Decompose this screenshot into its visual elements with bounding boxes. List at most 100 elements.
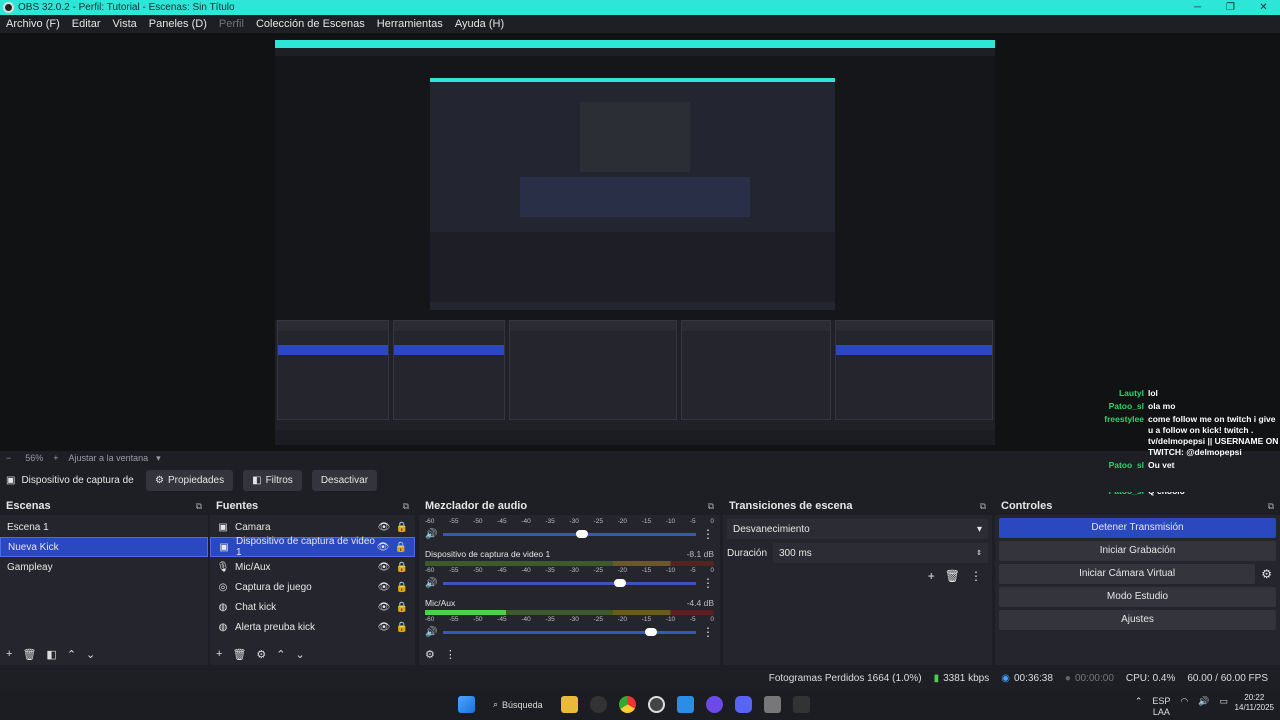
scene-item[interactable]: Escena 1: [0, 517, 208, 537]
volume-knob[interactable]: [614, 578, 627, 587]
wifi-icon[interactable]: ◠: [1180, 696, 1188, 718]
more-vertical-icon[interactable]: ⋮: [445, 648, 456, 661]
zoom-fit-select[interactable]: Ajustar a la ventana: [69, 453, 149, 463]
eye-icon[interactable]: 👁: [377, 542, 390, 553]
chevron-up-icon[interactable]: ⌃: [1135, 696, 1143, 718]
more-vertical-icon[interactable]: ⋮: [970, 569, 982, 583]
app-icon[interactable]: [589, 696, 607, 713]
chevron-down-icon[interactable]: ▾: [156, 453, 161, 464]
source-item[interactable]: ◍ Alerta preuba kick 👁 🔒: [210, 617, 415, 637]
deactivate-button[interactable]: Desactivar: [311, 469, 378, 491]
menu-paneles[interactable]: Paneles (D): [143, 18, 213, 30]
lock-icon[interactable]: 🔒: [396, 522, 408, 533]
eye-icon[interactable]: 👁: [378, 622, 391, 633]
maximize-button[interactable]: ❐: [1214, 2, 1247, 13]
settings-button[interactable]: Ajustes: [999, 610, 1276, 630]
menu-archivo[interactable]: Archivo (F): [0, 18, 66, 30]
discord-icon[interactable]: [734, 696, 752, 713]
arrow-up-icon[interactable]: ⌃: [276, 648, 285, 661]
chrome-icon[interactable]: [618, 696, 636, 713]
menu-vista[interactable]: Vista: [107, 18, 143, 30]
lock-icon[interactable]: 🔒: [396, 602, 408, 613]
dock-float-icon[interactable]: ⧉: [1268, 501, 1274, 512]
close-button[interactable]: ✕: [1247, 2, 1280, 13]
volume-slider[interactable]: [443, 578, 696, 587]
transition-type-select[interactable]: Desvanecimiento ▾: [727, 519, 988, 539]
eye-icon[interactable]: 👁: [378, 602, 391, 613]
controls-dock: Controles ⧉ Detener Transmisión Iniciar G…: [995, 497, 1280, 665]
source-item[interactable]: 🎙 Mic/Aux 👁 🔒: [210, 557, 415, 577]
file-explorer-icon[interactable]: [560, 696, 578, 713]
more-vertical-icon[interactable]: ⋮: [702, 625, 714, 639]
search-icon: ⌕: [493, 699, 499, 709]
circle-app-icon[interactable]: [705, 696, 723, 713]
dock-float-icon[interactable]: ⧉: [403, 501, 409, 512]
app-icon[interactable]: [763, 696, 781, 713]
battery-icon[interactable]: ▭: [1219, 696, 1228, 718]
start-recording-button[interactable]: Iniciar Grabación: [999, 541, 1276, 561]
arrow-up-icon[interactable]: ⌃: [67, 648, 76, 661]
dock-float-icon[interactable]: ⧉: [196, 501, 202, 512]
volume-knob[interactable]: [644, 627, 657, 636]
arrow-down-icon[interactable]: ⌄: [86, 648, 95, 661]
volume-icon[interactable]: 🔊: [1198, 696, 1209, 718]
obs-icon[interactable]: [647, 696, 665, 713]
eye-icon[interactable]: 👁: [378, 562, 391, 573]
source-item[interactable]: ◎ Captura de juego 👁 🔒: [210, 577, 415, 597]
meter-tick: -40: [521, 518, 531, 525]
minimize-button[interactable]: ─: [1181, 2, 1214, 13]
filters-button[interactable]: ◧ Filtros: [243, 469, 302, 491]
video-app-icon[interactable]: [676, 696, 694, 713]
add-icon[interactable]: +: [216, 648, 222, 661]
source-item[interactable]: ◍ Chat kick 👁 🔒: [210, 597, 415, 617]
speaker-icon[interactable]: 🔊: [425, 529, 437, 540]
dock-float-icon[interactable]: ⧉: [980, 501, 986, 512]
menu-herramientas[interactable]: Herramientas: [371, 18, 449, 30]
clock[interactable]: 20:22 14/11/2025: [1235, 693, 1274, 714]
stop-streaming-button[interactable]: Detener Transmisión: [999, 518, 1276, 538]
source-item[interactable]: ▣ Camara 👁 🔒: [210, 517, 415, 537]
menu-editar[interactable]: Editar: [66, 18, 107, 30]
app-icon[interactable]: [792, 696, 810, 713]
scene-item-selected[interactable]: Nueva Kick: [0, 537, 208, 557]
duration-input[interactable]: 300 ms ⇕: [773, 543, 988, 563]
dock-float-icon[interactable]: ⧉: [708, 501, 714, 512]
mixer-settings-icon[interactable]: ⚙: [425, 648, 435, 661]
trash-icon[interactable]: 🗑: [22, 648, 36, 661]
eye-icon[interactable]: 👁: [378, 522, 391, 533]
windows-start-icon[interactable]: [458, 696, 475, 713]
lock-icon[interactable]: 🔒: [396, 562, 408, 573]
spinbox-arrows-icon[interactable]: ⇕: [976, 549, 982, 557]
more-vertical-icon[interactable]: ⋮: [702, 527, 714, 541]
add-icon[interactable]: +: [6, 648, 12, 661]
studio-mode-button[interactable]: Modo Estudio: [999, 587, 1276, 607]
gear-icon[interactable]: ⚙: [1261, 567, 1272, 581]
zoom-out-button[interactable]: −: [6, 453, 11, 463]
menu-coleccion-escenas[interactable]: Colección de Escenas: [250, 18, 371, 30]
properties-button[interactable]: ⚙ Propiedades: [146, 469, 234, 491]
volume-knob[interactable]: [576, 529, 589, 538]
add-icon[interactable]: +: [928, 569, 935, 583]
arrow-down-icon[interactable]: ⌄: [296, 648, 305, 661]
volume-slider[interactable]: [443, 627, 696, 636]
zoom-in-button[interactable]: +: [53, 453, 58, 463]
language-indicator[interactable]: ESP LAA: [1152, 696, 1170, 718]
taskbar-search[interactable]: ⌕ Búsqueda: [487, 699, 549, 710]
trash-icon[interactable]: 🗑: [945, 569, 960, 583]
more-vertical-icon[interactable]: ⋮: [702, 576, 714, 590]
scene-item[interactable]: Gampleay: [0, 557, 208, 577]
menu-ayuda[interactable]: Ayuda (H): [449, 18, 510, 30]
gear-icon[interactable]: ⚙: [256, 648, 266, 661]
start-virtual-camera-button[interactable]: Iniciar Cámara Virtual: [999, 564, 1256, 584]
lock-icon[interactable]: 🔒: [395, 542, 407, 553]
menu-perfil[interactable]: Perfil: [213, 18, 250, 30]
eye-icon[interactable]: 👁: [378, 582, 391, 593]
speaker-icon[interactable]: 🔊: [425, 578, 437, 589]
volume-slider[interactable]: [443, 529, 696, 538]
source-item[interactable]: ▣ Dispositivo de captura de video 1 👁 🔒: [210, 536, 415, 558]
filter-icon[interactable]: ◧: [46, 648, 56, 661]
trash-icon[interactable]: 🗑: [232, 648, 246, 661]
speaker-icon[interactable]: 🔊: [425, 627, 437, 638]
lock-icon[interactable]: 🔒: [396, 582, 408, 593]
lock-icon[interactable]: 🔒: [396, 622, 408, 633]
